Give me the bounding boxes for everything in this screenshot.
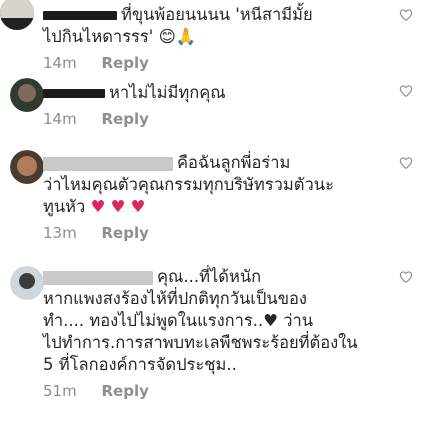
- reply-button[interactable]: Reply: [101, 110, 148, 128]
- avatar-image: [0, 0, 34, 30]
- avatar-image: [10, 150, 44, 184]
- comment-time: 14m: [43, 54, 77, 72]
- comment-item: ที่ขุนพ้อยนนนน 'หนีสามีมั้ย ไปกินไหดารรร…: [0, 0, 425, 76]
- reply-button[interactable]: Reply: [101, 224, 148, 242]
- comment-time: 14m: [43, 110, 77, 128]
- username[interactable]: [43, 156, 173, 171]
- avatar-image: [10, 266, 44, 300]
- username[interactable]: [43, 270, 153, 285]
- heart-icon[interactable]: [399, 156, 413, 169]
- comment-text-line: ว่าไหมคุณตัวคุณกรรมทุกบริษัทรวมตัวนะ: [43, 175, 334, 194]
- heart-icon[interactable]: [399, 270, 413, 283]
- avatar[interactable]: [10, 150, 44, 184]
- comment-time: 51m: [43, 382, 77, 400]
- comment-text-line: ทูนหัว: [43, 197, 86, 216]
- comment-text-line: ไปทำการ.การสาพบทะเลพืชพระร้อยที่ต้องใน: [43, 333, 358, 352]
- comment-text-line: 5 ที่โลกองค์การจัดประชุม..: [43, 355, 237, 374]
- reply-button[interactable]: Reply: [101, 54, 148, 72]
- comment-text-line: หากแพงสงร้องไห้ที่ปกติทุกวันเป็นของ: [43, 289, 307, 308]
- reply-button[interactable]: Reply: [101, 382, 148, 400]
- avatar-image: [10, 78, 44, 112]
- username[interactable]: [43, 89, 105, 98]
- comment-item: คุณ...ที่ได้หนัก หากแพงสงร้องไห้ที่ปกติท…: [0, 262, 425, 448]
- comment-text-line: คุณ...ที่ได้หนัก: [157, 267, 262, 286]
- avatar[interactable]: [10, 78, 44, 112]
- comment-item: หาไม่ไม่มีทุกคุณ 14m Reply: [0, 78, 425, 140]
- avatar[interactable]: [0, 0, 34, 30]
- comment-text-line: หาไม่ไม่มีทุกคุณ: [109, 83, 226, 102]
- avatar[interactable]: [10, 266, 44, 300]
- comment-text-line: คือฉันลูกพี่อร่าม: [177, 153, 291, 172]
- heart-icon[interactable]: [399, 84, 413, 97]
- heart-emoji: ♥ ♥ ♥: [90, 197, 146, 216]
- comment-text-line: ทำ.... ทองไปไม่พูดในแรงการ..♥ ว่าน: [43, 311, 314, 330]
- comment-item: คือฉันลูกพี่อร่าม ว่าไหมคุณตัวคุณกรรมทุก…: [0, 146, 425, 258]
- username[interactable]: [43, 11, 117, 20]
- heart-icon[interactable]: [399, 8, 413, 21]
- comment-time: 13m: [43, 224, 77, 242]
- emoji: 😊🙏: [158, 27, 197, 46]
- comment-text-line: ที่ขุนพ้อยนนนน 'หนีสามีมั้ย: [121, 5, 313, 24]
- comment-text-line: ไปกินไหดารรร': [43, 27, 159, 46]
